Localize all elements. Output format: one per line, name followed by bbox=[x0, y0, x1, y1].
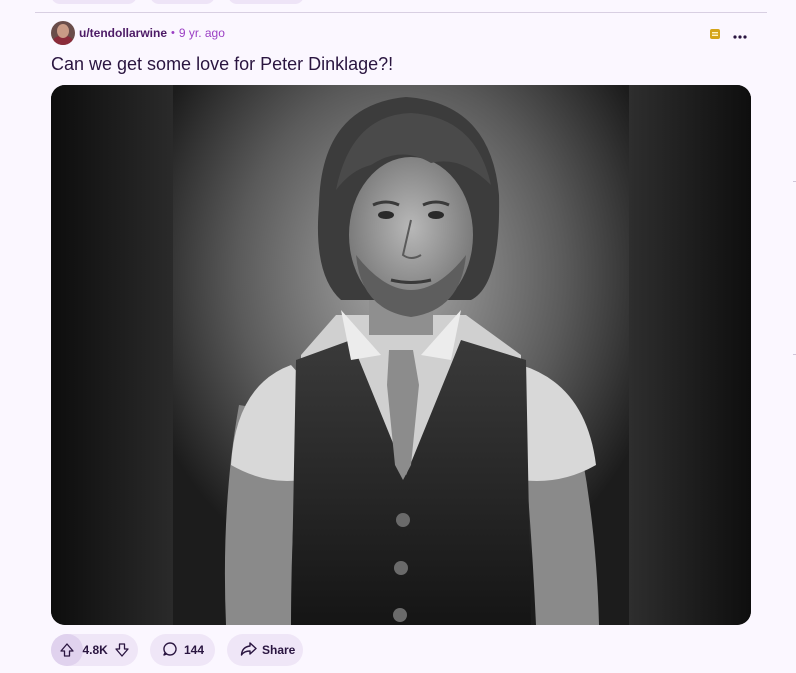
post-author[interactable]: u/tendollarwine bbox=[79, 26, 167, 40]
award-icon[interactable] bbox=[709, 27, 721, 39]
post-timestamp: 9 yr. ago bbox=[178, 26, 225, 40]
post-title[interactable]: Can we get some love for Peter Dinklage?… bbox=[51, 54, 393, 75]
vote-control: 4.8K bbox=[51, 634, 138, 666]
vote-score: 4.8K bbox=[82, 643, 108, 657]
downvote-arrow-icon[interactable] bbox=[107, 634, 139, 666]
share-arrow-icon bbox=[240, 641, 257, 660]
previous-post-action-pill[interactable] bbox=[51, 0, 137, 4]
share-label: Share bbox=[262, 643, 296, 657]
post-image[interactable] bbox=[51, 85, 751, 625]
avatar[interactable] bbox=[51, 21, 75, 45]
more-options-icon[interactable] bbox=[733, 28, 747, 39]
comments-button[interactable]: 144 bbox=[150, 634, 215, 666]
comment-count: 144 bbox=[184, 643, 205, 657]
post-divider bbox=[35, 12, 767, 13]
post-actions: 4.8K 144 Share bbox=[51, 634, 303, 666]
comment-bubble-icon bbox=[162, 641, 178, 660]
meta-separator: • bbox=[171, 27, 175, 39]
upvote-arrow-icon[interactable] bbox=[51, 634, 83, 666]
share-button[interactable]: Share bbox=[227, 634, 303, 666]
post-meta: u/tendollarwine • 9 yr. ago bbox=[51, 20, 751, 46]
previous-post-action-pill[interactable] bbox=[150, 0, 215, 4]
previous-post-action-pill[interactable] bbox=[228, 0, 304, 4]
